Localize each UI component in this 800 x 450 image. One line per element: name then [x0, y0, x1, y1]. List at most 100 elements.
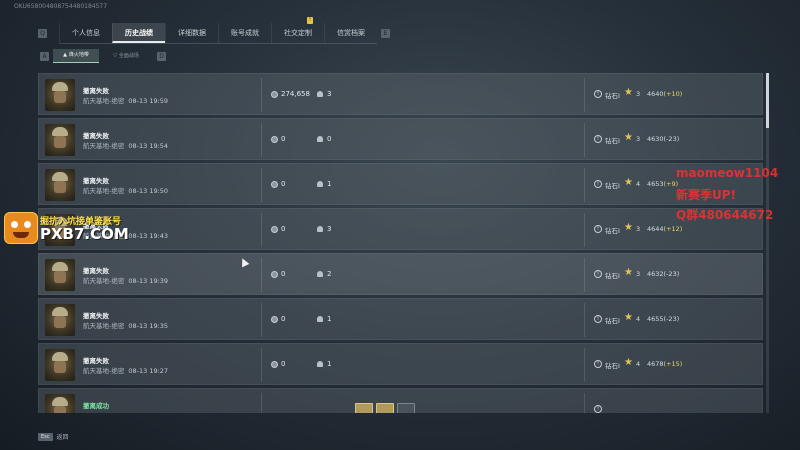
- match-stars: 3: [636, 135, 641, 143]
- skull-icon: [317, 226, 323, 232]
- subtab-battlefield[interactable]: ▽ 全面战场: [103, 50, 149, 63]
- skull-icon: [317, 91, 323, 97]
- match-result: 撤离失败: [83, 312, 109, 320]
- nav-prev-key-hint[interactable]: Q: [38, 28, 47, 38]
- match-time: 08-13 19:43: [128, 232, 169, 240]
- rank-icon: !: [594, 135, 602, 143]
- operator-avatar: [45, 259, 75, 291]
- skull-icon: [317, 361, 323, 367]
- operator-avatar: [45, 394, 75, 413]
- match-result: 撤离失败: [83, 267, 109, 275]
- divider: [261, 258, 262, 292]
- subtab-warzone[interactable]: ▲ 烽火地带: [53, 49, 99, 63]
- match-row[interactable]: 撤离失败 航天基地-绝密 08-13 19:50 0 1 ! 钻石I ★ 4 46…: [38, 163, 763, 205]
- coin-icon: [271, 91, 278, 98]
- esc-key-hint[interactable]: Esc: [38, 432, 53, 441]
- match-kills: 0: [327, 135, 332, 143]
- operator-avatar: [45, 79, 75, 111]
- tab-detailed-data[interactable]: 详细数据: [165, 22, 218, 43]
- flame-icon: ▲: [63, 52, 67, 58]
- tab-personal-info[interactable]: 个人信息: [59, 22, 112, 43]
- star-icon: ★: [624, 132, 633, 143]
- score-value: 4644: [647, 225, 664, 233]
- coin-icon: [271, 361, 278, 368]
- match-meta: 航天基地-绝密 08-13 19:39: [83, 275, 168, 285]
- score-value: 4678: [647, 360, 664, 368]
- match-result: 撤离失败: [83, 132, 109, 140]
- match-rank: 钻石I: [605, 362, 620, 370]
- subtab-warzone-label: 烽火地带: [68, 52, 89, 58]
- operator-avatar: [45, 304, 75, 336]
- divider: [261, 303, 262, 337]
- stream-watermark-line: maomeow1104: [676, 166, 779, 180]
- divider: [261, 123, 262, 157]
- stream-watermark-line: 新赛季UP!: [676, 188, 737, 202]
- coin-icon: [271, 136, 278, 143]
- match-map: 航天基地-绝密: [83, 277, 125, 285]
- match-score: 4644(+12): [647, 225, 682, 233]
- rank-icon: !: [594, 270, 602, 278]
- score-delta: (+12): [663, 225, 683, 233]
- player-uid: OKU658004808754480184577: [14, 3, 108, 10]
- rank-icon: !: [594, 360, 602, 368]
- divider: [261, 78, 262, 112]
- match-score: 4632(-23): [647, 270, 679, 278]
- scrollbar-thumb[interactable]: [766, 73, 769, 128]
- list-scrollbar[interactable]: [766, 73, 769, 413]
- match-stars: 3: [636, 270, 641, 278]
- back-label[interactable]: 返回: [57, 432, 69, 441]
- match-result: 撤离失败: [83, 357, 109, 365]
- match-score: 4653(+9): [647, 180, 678, 188]
- tab-social-custom[interactable]: 社交定制 !: [271, 16, 324, 43]
- match-stars: 4: [636, 315, 641, 323]
- subtab-next-key-hint[interactable]: D: [157, 51, 166, 61]
- match-map: 航天基地-绝密: [83, 97, 125, 105]
- match-money: 0: [281, 225, 286, 233]
- background-watermark-title: [12, 8, 26, 43]
- tab-archive[interactable]: 信赏档案: [324, 22, 377, 43]
- match-meta: 航天基地-绝密 08-13 19:54: [83, 140, 168, 150]
- nav-next-key-hint[interactable]: E: [381, 28, 390, 38]
- match-time: 08-13 19:39: [128, 277, 169, 285]
- divider: [261, 168, 262, 202]
- notification-badge: !: [307, 16, 313, 24]
- top-navigation: Q 个人信息 历史战绩 详细数据 账号成就 社交定制 ! 信赏档案 E: [34, 16, 394, 44]
- match-row[interactable]: 撤离失败 航天基地-绝密 08-13 19:59 274,658 3 ! 钻石I …: [38, 73, 763, 115]
- score-value: 4653: [647, 180, 664, 188]
- logo-site: PXB7.COM: [40, 225, 129, 243]
- match-row[interactable]: 撤离失败 航天基地-绝密 08-13 19:27 0 1 ! 钻石I ★ 4 46…: [38, 343, 763, 385]
- match-money: 0: [281, 270, 286, 278]
- tab-achievements[interactable]: 账号成就: [218, 22, 271, 43]
- star-icon: ★: [624, 357, 633, 368]
- skull-icon: [317, 181, 323, 187]
- match-money: 274,658: [281, 90, 310, 98]
- match-stars: 4: [636, 180, 641, 188]
- footer-bar: Esc 返回: [38, 432, 69, 441]
- shield-icon: ▽: [113, 52, 117, 59]
- match-row[interactable]: 撤离失败 航天基地-绝密 08-13 19:39 0 2 ! 钻石I ★ 3 46…: [38, 253, 763, 295]
- star-icon: ★: [624, 267, 633, 278]
- match-kills: 3: [327, 225, 332, 233]
- match-meta: 航天基地-绝密 08-13 19:35: [83, 320, 168, 330]
- tab-match-history[interactable]: 历史战绩: [112, 22, 165, 43]
- match-row[interactable]: 撤离失败 航天基地-绝密 08-13 19:54 0 0 ! 钻石I ★ 3 46…: [38, 118, 763, 160]
- match-money: 0: [281, 135, 286, 143]
- coin-icon: [271, 181, 278, 188]
- match-time: 08-13 19:59: [128, 97, 169, 105]
- match-rank: 钻石I: [605, 227, 620, 235]
- coin-icon: [271, 316, 278, 323]
- score-delta: (+10): [663, 90, 683, 98]
- match-row[interactable]: 撤离失败 航天基地-绝密 08-13 19:35 0 1 ! 钻石I ★ 4 46…: [38, 298, 763, 340]
- rank-icon: !: [594, 405, 602, 413]
- match-row[interactable]: 撤离失败 航天基地-绝密 08-13 19:43 0 3 ! 钻石I ★ 3 46…: [38, 208, 763, 250]
- match-map: 航天基地-绝密: [83, 367, 125, 375]
- coin-icon: [271, 226, 278, 233]
- divider: [261, 213, 262, 247]
- match-time: 08-13 19:54: [128, 142, 169, 150]
- subtab-prev-key-hint[interactable]: A: [40, 51, 49, 61]
- divider: [584, 78, 585, 112]
- match-meta: 航天基地-绝密 08-13 19:50: [83, 185, 168, 195]
- match-rank: 钻石I: [605, 272, 620, 280]
- match-row[interactable]: 撤离成功 !: [38, 388, 763, 413]
- match-history-list: 撤离失败 航天基地-绝密 08-13 19:59 274,658 3 ! 钻石I …: [38, 73, 763, 413]
